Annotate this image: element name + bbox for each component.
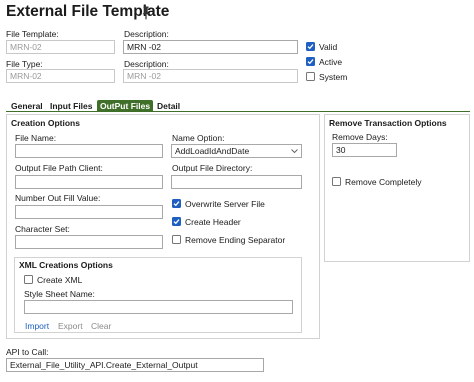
checkmark-icon	[173, 201, 180, 207]
overwrite-label: Overwrite Server File	[185, 199, 265, 209]
output-path-client-input[interactable]	[15, 175, 163, 189]
checkmark-icon	[307, 44, 314, 50]
create-header-label: Create Header	[185, 217, 241, 227]
output-directory-label: Output File Directory:	[172, 163, 253, 173]
pin-icon[interactable]	[141, 6, 151, 20]
name-option-value: AddLoadIdAndDate	[175, 146, 250, 156]
name-option-select[interactable]: AddLoadIdAndDate	[171, 144, 302, 158]
file-template-label: File Template:	[6, 29, 59, 39]
chevron-down-icon[interactable]	[291, 148, 298, 154]
remove-days-label: Remove Days:	[332, 132, 388, 142]
checkmark-icon	[307, 59, 314, 65]
character-set-input[interactable]	[15, 235, 163, 249]
clear-link[interactable]: Clear	[91, 321, 111, 331]
active-checkbox[interactable]	[306, 57, 315, 66]
api-field[interactable]: External_File_Utility_API.Create_Externa…	[6, 358, 264, 372]
number-out-fill-label: Number Out Fill Value:	[15, 193, 101, 203]
style-sheet-input[interactable]	[24, 300, 293, 314]
overwrite-checkbox[interactable]	[172, 199, 181, 208]
file-name-input[interactable]	[15, 144, 163, 158]
name-option-label: Name Option:	[172, 133, 225, 143]
remove-completely-label: Remove Completely	[345, 177, 422, 187]
create-xml-label: Create XML	[37, 275, 83, 285]
number-out-fill-input[interactable]	[15, 205, 163, 219]
type-description-label: Description:	[124, 59, 169, 69]
api-label: API to Call:	[6, 347, 49, 357]
file-name-label: File Name:	[15, 133, 57, 143]
system-checkbox[interactable]	[306, 72, 315, 81]
create-xml-checkbox[interactable]	[24, 275, 33, 284]
remove-separator-checkbox[interactable]	[172, 235, 181, 244]
import-link[interactable]: Import	[25, 321, 49, 331]
export-link[interactable]: Export	[58, 321, 83, 331]
remove-options-title: Remove Transaction Options	[329, 118, 447, 128]
active-label: Active	[319, 57, 343, 67]
valid-label: Valid	[319, 42, 338, 52]
style-sheet-label: Style Sheet Name:	[24, 289, 95, 299]
system-label: System	[319, 72, 348, 82]
valid-checkbox[interactable]	[306, 42, 315, 51]
creation-options-title: Creation Options	[11, 118, 80, 128]
output-directory-input[interactable]	[171, 175, 302, 189]
file-type-label: File Type:	[6, 59, 43, 69]
file-template-field: MRN-02	[6, 40, 115, 54]
xml-options-title: XML Creations Options	[19, 260, 113, 270]
remove-days-input[interactable]: 30	[332, 143, 397, 157]
description-field[interactable]: MRN -02	[123, 40, 298, 54]
character-set-label: Character Set:	[15, 224, 70, 234]
output-path-client-label: Output File Path Client:	[15, 163, 103, 173]
checkmark-icon	[173, 219, 180, 225]
create-header-checkbox[interactable]	[172, 217, 181, 226]
description-label: Description:	[124, 29, 169, 39]
tab-underline	[6, 111, 470, 112]
remove-completely-checkbox[interactable]	[332, 177, 341, 186]
file-type-field: MRN-02	[6, 69, 115, 83]
remove-separator-label: Remove Ending Separator	[185, 235, 286, 245]
type-description-field: MRN -02	[123, 69, 298, 83]
